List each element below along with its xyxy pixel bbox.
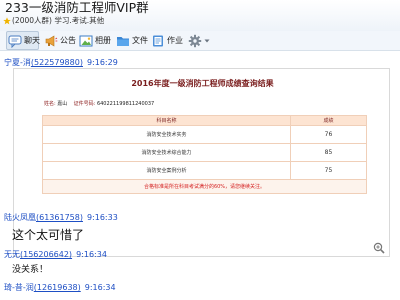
name-value: 嘉山 [57,101,68,107]
files-label: 文件 [132,35,148,45]
chat-window-header: 233一级消防工程师VIP群 (2000人群) 学习.考试.其他 [0,0,400,31]
message-time: 9:16:29 [86,58,118,67]
settings-button[interactable] [188,31,210,50]
table-row: 消防安全案例分析 75 [42,161,367,180]
sender-name[interactable]: 无无 [4,250,20,259]
zoom-in-icon[interactable] [373,242,385,254]
message-header: 宁夏-消(522579880) 9:16:29 [4,57,118,68]
table-row: 消防安全技术综合能力 85 [42,143,367,162]
name-label: 姓名: [44,101,56,107]
message-text: 没关系！ [12,265,49,275]
sender-qq-number[interactable]: (522579880) [31,58,83,67]
group-subtitle-row: (2000人群) 学习.考试.其他 [3,15,104,27]
score-table: 科目名称 成绩 消防安全技术实务 76 消防安全技术综合能力 85 消防安全案例… [42,115,367,194]
homework-book-icon [153,35,163,46]
sender-qq-number[interactable]: (156206642) [20,250,72,259]
star-icon [3,17,11,25]
sender-name[interactable]: 宁夏-消 [4,58,31,67]
message-header: 陆火凤凰(61361758) 9:16:33 [4,212,118,223]
group-subtitle: (2000人群) 学习.考试.其他 [12,16,105,25]
sender-name[interactable]: 陆火凤凰 [4,213,36,222]
sender-name[interactable]: 琦-昔-润 [4,283,34,292]
megaphone-icon [45,34,58,47]
chat-message-list: 宁夏-消(522579880) 9:16:29 2016年度一级消防工程师成绩查询… [0,52,400,300]
message-header: 琦-昔-润(12619638) 9:16:34 [4,282,116,293]
table-row: 消防安全技术实务 76 [42,125,367,144]
group-title: 233一级消防工程师VIP群 [5,0,149,15]
announcement-button[interactable]: 公告 [44,31,76,50]
homework-button[interactable]: 作业 [151,31,183,50]
group-toolbar: 聊天 公告 相册 文件 作业 [0,31,400,51]
photo-album-icon [79,35,93,46]
table-note-row: 合格标准是所在科目考试满分的60%，请您继续关注。 [42,179,367,194]
chat-tab-label: 聊天 [24,35,40,45]
message-time: 9:16:33 [86,213,118,222]
message-time: 9:16:34 [84,283,116,292]
gear-icon [188,34,202,47]
chat-bubble-icon [8,35,22,48]
id-label: 证件号码: [73,101,96,107]
column-header-score: 成绩 [290,115,367,126]
report-candidate-info: 姓名: 嘉山 证件号码: 640221199811240037 [44,101,154,108]
subject-cell: 消防安全案例分析 [42,161,291,180]
subject-cell: 消防安全技术综合能力 [42,143,291,162]
message-text: 这个太可惜了 [12,228,85,242]
message-time: 9:16:34 [76,250,107,259]
subject-cell: 消防安全技术实务 [42,125,291,144]
column-header-subject: 科目名称 [42,115,291,126]
chevron-down-icon [204,39,210,42]
score-cell: 75 [290,161,367,180]
table-header-row: 科目名称 成绩 [42,115,367,126]
folder-icon [117,36,129,46]
passing-standard-note: 合格标准是所在科目考试满分的60%，请您继续关注。 [42,179,367,194]
report-title: 2016年度一级消防工程师成绩查询结果 [131,79,274,88]
score-cell: 76 [290,125,367,144]
sender-qq-number[interactable]: (61361758) [36,213,83,222]
announcement-label: 公告 [60,35,76,45]
homework-label: 作业 [167,35,183,45]
album-button[interactable]: 相册 [79,31,111,50]
message-header: 无无(156206642) 9:16:34 [4,249,107,260]
id-value: 640221199811240037 [96,101,155,107]
sender-qq-number[interactable]: (12619638) [34,283,81,292]
files-button[interactable]: 文件 [116,31,148,50]
score-cell: 85 [290,143,367,162]
album-label: 相册 [95,35,111,45]
chat-tab-button[interactable]: 聊天 [6,31,40,50]
